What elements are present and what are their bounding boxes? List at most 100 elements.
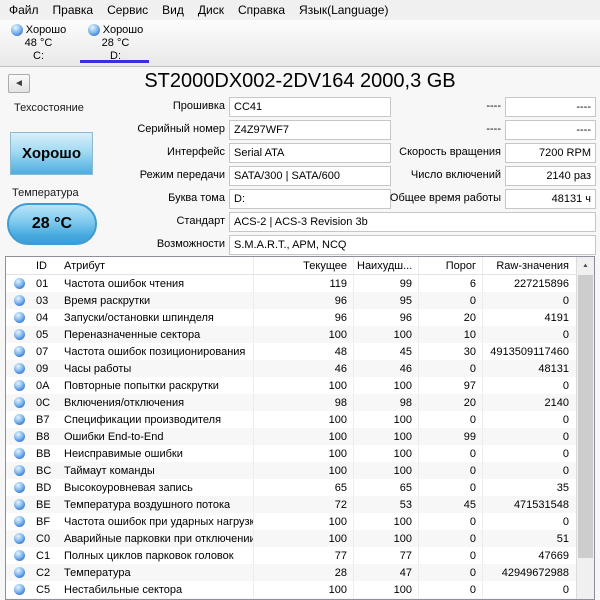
attribute-raw: 42949672988 [501, 566, 569, 579]
field-label-right-0: ---- [486, 100, 501, 112]
table-scrollbar[interactable]: ▲ [576, 257, 594, 599]
attribute-current: 28 [254, 564, 354, 581]
table-row[interactable]: BD Высокоуровневая запись 65 65 0 35 [6, 479, 577, 496]
attribute-id: B8 [36, 430, 50, 443]
attribute-worst: 65 [354, 479, 419, 496]
scrollbar-up-icon[interactable]: ▲ [577, 258, 594, 272]
menu-item-4[interactable]: Диск [191, 1, 231, 19]
field-label-right-2: Скорость вращения [399, 146, 501, 158]
row-status-cell [6, 343, 33, 360]
attribute-health-orb-icon [14, 329, 25, 340]
attribute-current: 100 [254, 462, 354, 479]
attribute-raw: 0 [562, 464, 569, 477]
table-row[interactable]: 09 Часы работы 46 46 0 48131 [6, 360, 577, 377]
attribute-raw: 0 [562, 515, 569, 528]
field-value-right-4: 48131 ч [505, 189, 596, 209]
tab-drive-letter: D: [110, 50, 121, 62]
attribute-worst: 95 [354, 292, 419, 309]
table-row[interactable]: C0 Аварийные парковки при отключении пи..… [6, 530, 577, 547]
menu-item-2[interactable]: Сервис [100, 1, 155, 19]
table-row[interactable]: 01 Частота ошибок чтения 119 99 6 227215896 [6, 275, 577, 292]
attribute-health-orb-icon [14, 363, 25, 374]
menu-item-0[interactable]: Файл [2, 1, 46, 19]
table-row[interactable]: 03 Время раскрутки 96 95 0 0 [6, 292, 577, 309]
table-row[interactable]: BF Частота ошибок при ударных нагрузках 10… [6, 513, 577, 530]
drive-tab-C[interactable]: Хорошо 48 °C C: [0, 20, 77, 66]
attribute-threshold: 0 [419, 513, 483, 530]
attribute-threshold: 0 [419, 462, 483, 479]
row-status-cell [6, 411, 33, 428]
attribute-current: 100 [254, 445, 354, 462]
table-row[interactable]: BC Таймаут команды 100 100 0 0 [6, 462, 577, 479]
table-row[interactable]: BB Неисправимые ошибки 100 100 0 0 [6, 445, 577, 462]
row-status-cell [6, 275, 33, 292]
attribute-raw: 0 [562, 413, 569, 426]
menu-item-3[interactable]: Вид [155, 1, 191, 19]
table-row[interactable]: BE Температура воздушного потока 72 53 45 471… [6, 496, 577, 513]
attribute-raw: 0 [562, 447, 569, 460]
attribute-name: Частота ошибок чтения [61, 275, 254, 292]
menu-item-5[interactable]: Справка [231, 1, 292, 19]
menu-item-1[interactable]: Правка [46, 1, 101, 19]
attribute-threshold: 0 [419, 564, 483, 581]
table-row[interactable]: 05 Переназначенные сектора 100 100 10 0 [6, 326, 577, 343]
tab-status-label: Хорошо [102, 23, 144, 36]
attribute-threshold: 97 [419, 377, 483, 394]
attribute-id: BE [36, 498, 51, 511]
attribute-threshold: 0 [419, 445, 483, 462]
header-4: Порог [419, 257, 483, 274]
table-row[interactable]: 0A Повторные попытки раскрутки 100 100 97 0 [6, 377, 577, 394]
attribute-health-orb-icon [14, 346, 25, 357]
attribute-raw: 4913509117460 [490, 345, 569, 358]
health-orb-icon [87, 24, 100, 36]
attribute-id: 0C [36, 396, 51, 409]
attribute-worst: 100 [354, 462, 419, 479]
attribute-name: Температура [61, 564, 254, 581]
tab-status-row: Хорошо [77, 23, 154, 37]
back-button[interactable]: ◄ [8, 74, 30, 93]
table-row[interactable]: C1 Полных циклов парковок головок 77 77 0 476… [6, 547, 577, 564]
health-orb-icon [10, 24, 23, 36]
table-row[interactable]: 07 Частота ошибок позиционирования 48 45 30 4… [6, 343, 577, 360]
header-1: Атрибут [61, 257, 254, 274]
attribute-threshold: 20 [419, 309, 483, 326]
attribute-health-orb-icon [14, 295, 25, 306]
attribute-worst: 100 [354, 513, 419, 530]
attribute-raw: 2140 [544, 396, 569, 409]
table-row[interactable]: C5 Нестабильные сектора 100 100 0 0 [6, 581, 577, 598]
attribute-worst: 100 [354, 411, 419, 428]
table-row[interactable]: B7 Спецификации производителя 100 100 0 0 [6, 411, 577, 428]
row-status-cell [6, 513, 33, 530]
attribute-threshold: 99 [419, 428, 483, 445]
table-row[interactable]: C2 Температура 28 47 0 42949672988 [6, 564, 577, 581]
attribute-threshold: 0 [419, 411, 483, 428]
attribute-raw: 47669 [538, 549, 569, 562]
attribute-worst: 99 [354, 275, 419, 292]
table-row[interactable]: 0C Включения/отключения 98 98 20 2140 [6, 394, 577, 411]
attribute-threshold: 0 [419, 530, 483, 547]
field-value-left-6: S.M.A.R.T., APM, NCQ [229, 235, 596, 255]
attribute-name: Время раскрутки [61, 292, 254, 309]
attribute-name: Таймаут команды [61, 462, 254, 479]
field-value-right-1: ---- [505, 120, 596, 140]
field-label-right-3: Число включений [410, 169, 501, 181]
attribute-current: 65 [254, 479, 354, 496]
attribute-worst: 46 [354, 360, 419, 377]
drive-tab-D[interactable]: Хорошо 28 °C D: [77, 20, 154, 66]
table-row[interactable]: B8 Ошибки End-to-End 100 100 99 0 [6, 428, 577, 445]
attribute-id: BC [36, 464, 52, 477]
menu-item-6[interactable]: Язык(Language) [292, 1, 395, 19]
table-row-partial[interactable] [6, 598, 577, 599]
scrollbar-thumb[interactable] [578, 275, 593, 558]
attribute-id: 09 [36, 362, 49, 375]
field-value-left-5: ACS-2 | ACS-3 Revision 3b [229, 212, 596, 232]
attribute-threshold: 10 [419, 326, 483, 343]
attribute-current: 119 [254, 275, 354, 292]
attribute-worst: 45 [354, 343, 419, 360]
table-row[interactable]: 04 Запуски/остановки шпинделя 96 96 20 4191 [6, 309, 577, 326]
row-status-cell [6, 530, 33, 547]
field-label-left-3: Режим передачи [139, 169, 225, 181]
attribute-current: 100 [254, 377, 354, 394]
attribute-name: Запуски/остановки шпинделя [61, 309, 254, 326]
attribute-current: 100 [254, 411, 354, 428]
